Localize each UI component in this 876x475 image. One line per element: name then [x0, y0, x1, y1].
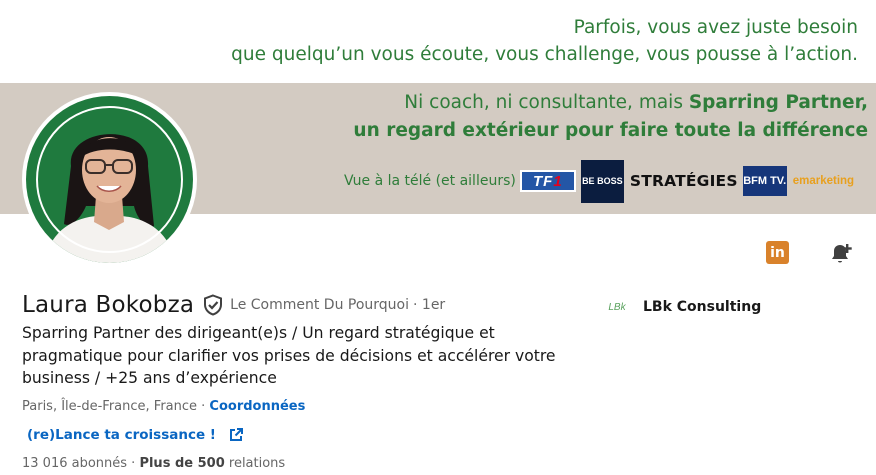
pitch-bold: Sparring Partner,	[688, 92, 868, 113]
contact-info-link[interactable]: Coordonnées	[209, 399, 305, 414]
stats-separator: ·	[127, 456, 140, 471]
profile-avatar[interactable]	[22, 92, 197, 267]
website-label: (re)Lance ta croissance !	[27, 427, 216, 443]
current-company[interactable]: LBk LBk Consulting	[607, 297, 761, 317]
strategies-logo: STRATÉGIES	[629, 172, 738, 190]
company-logo: LBk	[608, 301, 626, 313]
media-label: Vue à la télé (et ailleurs)	[344, 173, 516, 189]
banner-tagline-line1: Parfois, vous avez juste besoin	[573, 17, 858, 38]
tf1-logo: TF 1	[519, 170, 576, 192]
pitch-prefix: Ni coach, ni consultante, mais	[404, 92, 689, 113]
avatar-ring	[36, 106, 183, 253]
connections-count: Plus de 500	[139, 456, 225, 471]
location-row: Paris, Île-de-France, France · Coordonné…	[22, 399, 305, 414]
location-separator: ·	[197, 399, 210, 414]
tf1-logo-text: TF	[532, 172, 554, 190]
tf1-logo-one: 1	[553, 172, 563, 190]
external-link-icon	[229, 428, 243, 441]
connection-degree: · 1er	[413, 297, 446, 313]
profile-headline: Sparring Partner des dirigeant(e)s / Un …	[22, 324, 556, 387]
beboss-logo: BE BOSS	[580, 159, 624, 203]
banner-tagline-line2: que quelqu’un vous écoute, vous challeng…	[231, 44, 858, 65]
profile-name-row: Laura Bokobza Le Comment Du Pourquoi · 1…	[22, 292, 445, 318]
profile-name: Laura Bokobza	[22, 292, 195, 318]
bfmtv-logo: BFM TV.	[742, 166, 787, 196]
connections-label: relations	[224, 456, 286, 471]
verified-shield-icon[interactable]	[202, 294, 224, 316]
notification-bell-add-icon[interactable]	[828, 241, 854, 267]
followers-count: 13 016 abonnés	[22, 456, 128, 471]
emarketing-logo: emarketing	[792, 175, 855, 187]
profile-location: Paris, Île-de-France, France	[22, 399, 198, 414]
website-link[interactable]: (re)Lance ta croissance !	[27, 427, 244, 443]
media-logos-row: Vue à la télé (et ailleurs) TF 1 BE BOSS …	[344, 158, 854, 204]
company-name: LBk Consulting	[643, 299, 762, 315]
stats-row: 13 016 abonnés · Plus de 500 relations	[22, 456, 285, 471]
banner-pitch-line1: Ni coach, ni consultante, mais Sparring …	[404, 89, 868, 117]
profile-pronoun: Le Comment Du Pourquoi	[230, 297, 410, 313]
linkedin-icon[interactable]: in	[766, 241, 789, 264]
avatar-photo	[26, 96, 193, 263]
banner-pitch-line2: un regard extérieur pour faire toute la …	[353, 120, 868, 141]
